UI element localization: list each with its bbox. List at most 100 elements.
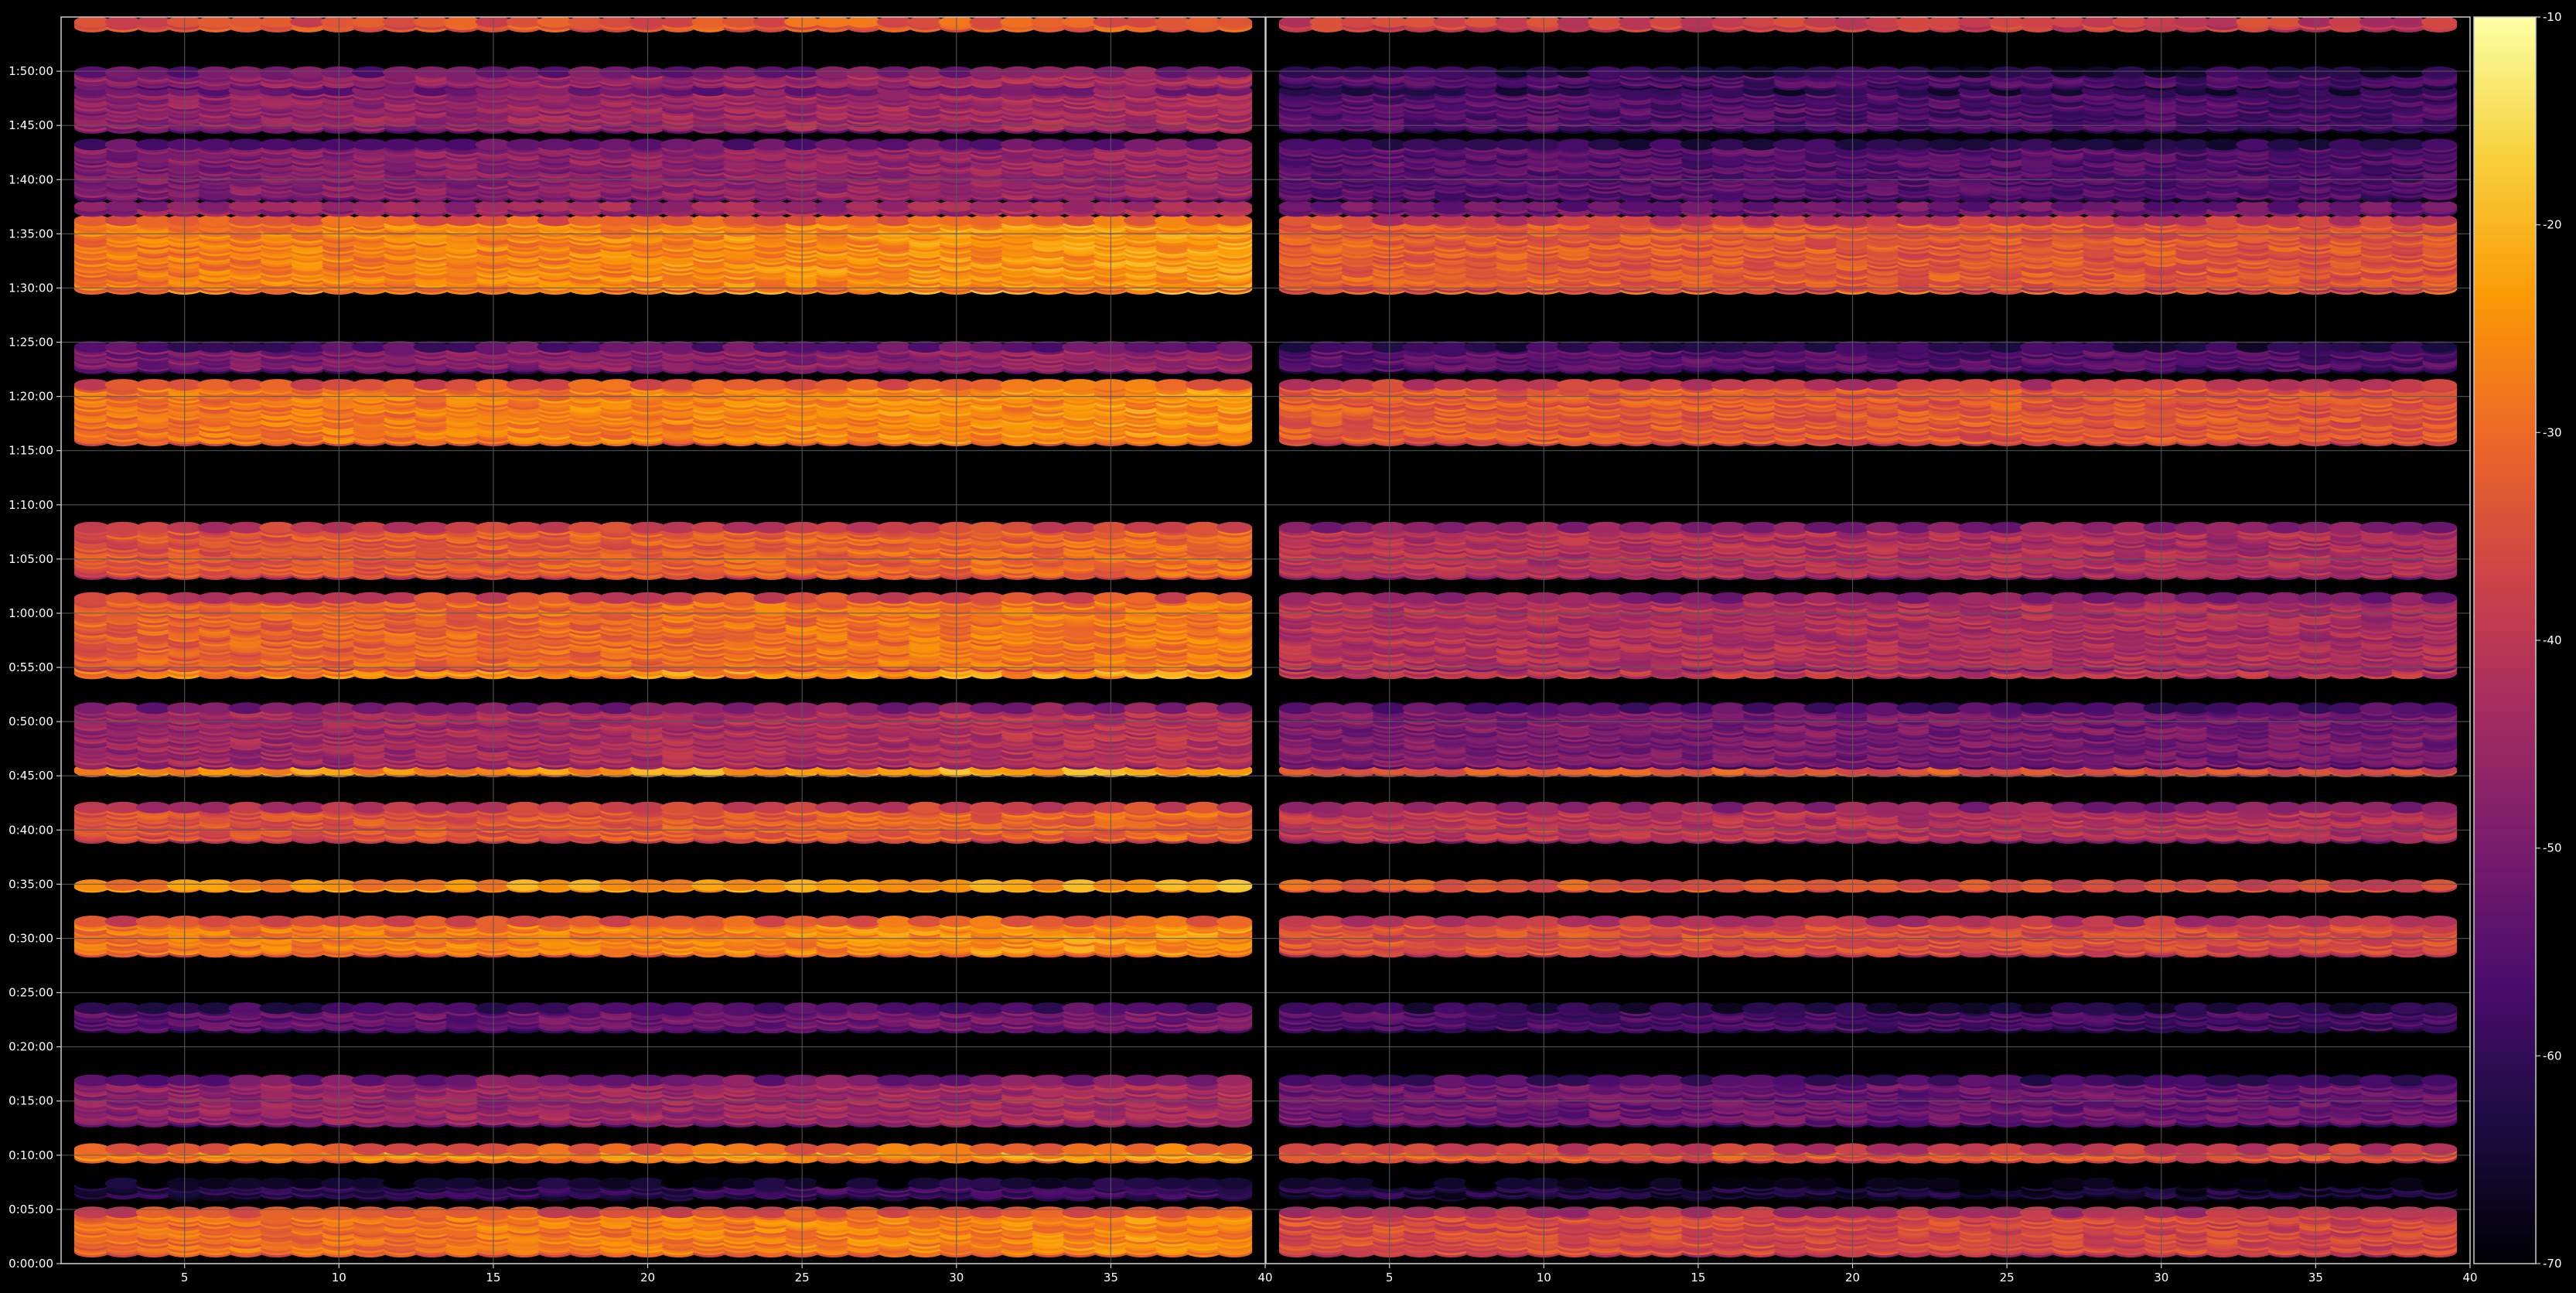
heatmap-cell (1186, 1074, 1222, 1087)
heatmap-cell (383, 702, 419, 715)
heatmap-cell (1062, 1143, 1098, 1155)
heatmap-cell (660, 1002, 697, 1015)
heatmap-cell (845, 879, 882, 892)
heatmap-cell (506, 1002, 542, 1015)
heatmap-cell (444, 916, 481, 927)
heatmap-cell (352, 1002, 388, 1015)
heatmap-cell (290, 1143, 326, 1155)
heatmap-cell (506, 1177, 542, 1189)
heatmap-cell (1155, 801, 1191, 814)
heatmap-cell (197, 1206, 234, 1219)
heatmap-cell (876, 801, 913, 814)
heatmap-cell (506, 702, 542, 715)
heatmap-cell (691, 702, 728, 715)
heatmap-cell (691, 879, 728, 892)
heatmap-cell (568, 702, 604, 715)
heatmap-cell (1000, 1074, 1036, 1087)
heatmap-cell (1031, 1074, 1067, 1087)
heatmap-cell (259, 1074, 295, 1087)
heatmap-cell (876, 916, 913, 927)
heatmap-cell (383, 1143, 419, 1155)
heatmap-cell (228, 916, 264, 927)
heatmap-cell (845, 1143, 882, 1155)
heatmap-cell (753, 1206, 790, 1219)
heatmap-cell (537, 1206, 573, 1219)
heatmap-cell (568, 1074, 604, 1087)
heatmap-cell (691, 916, 728, 927)
heatmap-cell (599, 1177, 635, 1189)
heatmap-cell (753, 916, 790, 927)
heatmap-cell (722, 879, 759, 892)
heatmap-cell (1000, 702, 1036, 715)
heatmap-cell (537, 801, 573, 814)
heatmap-cell (413, 1206, 450, 1219)
heatmap-cell (907, 1002, 944, 1015)
heatmap-cell (1216, 702, 1253, 715)
heatmap-cell (1216, 1074, 1253, 1087)
heatmap-cell (444, 1143, 481, 1155)
heatmap-cell (969, 916, 1005, 927)
heatmap-cell (969, 879, 1005, 892)
heatmap-cell (722, 1002, 759, 1015)
heatmap-cell (290, 916, 326, 927)
heatmap-cell (876, 879, 913, 892)
heatmap-cell (691, 1002, 728, 1015)
heatmap-cell (907, 801, 944, 814)
heatmap-cell (259, 1143, 295, 1155)
heatmap-cell (197, 801, 234, 814)
heatmap-cell (413, 702, 450, 715)
heatmap-cell (1000, 1177, 1036, 1189)
left-panel (60, 16, 1266, 1264)
heatmap-cell (413, 801, 450, 814)
heatmap-cell (259, 916, 295, 927)
heatmap-cell (599, 1002, 635, 1015)
heatmap-cell (1124, 702, 1160, 715)
heatmap-cell (259, 1177, 295, 1189)
heatmap-cell (568, 1206, 604, 1219)
heatmap-cell (814, 1002, 851, 1015)
heatmap-cell (1124, 1143, 1160, 1155)
heatmap-cell (197, 1002, 234, 1015)
heatmap-cell (506, 1206, 542, 1219)
heatmap-cell (1031, 1177, 1067, 1189)
heatmap-cell (506, 1074, 542, 1087)
heatmap-cell (1124, 1177, 1160, 1189)
heatmap-cell (1124, 1206, 1160, 1219)
heatmap-cell (814, 801, 851, 814)
heatmap-cell (1186, 1177, 1222, 1189)
heatmap-cell (135, 1074, 172, 1087)
heatmap-cell (722, 702, 759, 715)
heatmap-cell (537, 879, 573, 892)
heatmap-cell (599, 1143, 635, 1155)
heatmap-cell (1062, 1206, 1098, 1219)
heatmap-cell (1186, 702, 1222, 715)
heatmap-cell (722, 916, 759, 927)
heatmap-cell (228, 1002, 264, 1015)
heatmap-cell (135, 1143, 172, 1155)
heatmap-cell (1155, 1002, 1191, 1015)
heatmap-cell (753, 1002, 790, 1015)
heatmap-cell (876, 1206, 913, 1219)
heatmap-cell (969, 801, 1005, 814)
heatmap-cell (969, 1002, 1005, 1015)
heatmap-cell (228, 1143, 264, 1155)
heatmap-cell (537, 1002, 573, 1015)
heatmap-cell (845, 801, 882, 814)
heatmap-cell (876, 702, 913, 715)
heatmap-cell (104, 1074, 141, 1087)
heatmap-cell (845, 1074, 882, 1087)
heatmap-cell (599, 1206, 635, 1219)
heatmap-cell (1155, 916, 1191, 927)
heatmap-cell (907, 1074, 944, 1087)
heatmap-cell (1155, 1074, 1191, 1087)
heatmap-cell (383, 1177, 419, 1189)
heatmap-cell (383, 1002, 419, 1015)
heatmap-cell (1216, 916, 1253, 927)
heatmap-cell (352, 879, 388, 892)
heatmap-cell (383, 1206, 419, 1219)
heatmap-cell (845, 1002, 882, 1015)
heatmap-cell (1000, 1206, 1036, 1219)
heatmap-cell (1216, 1206, 1253, 1219)
heatmap-cell (1124, 801, 1160, 814)
heatmap-cell (104, 1206, 141, 1219)
